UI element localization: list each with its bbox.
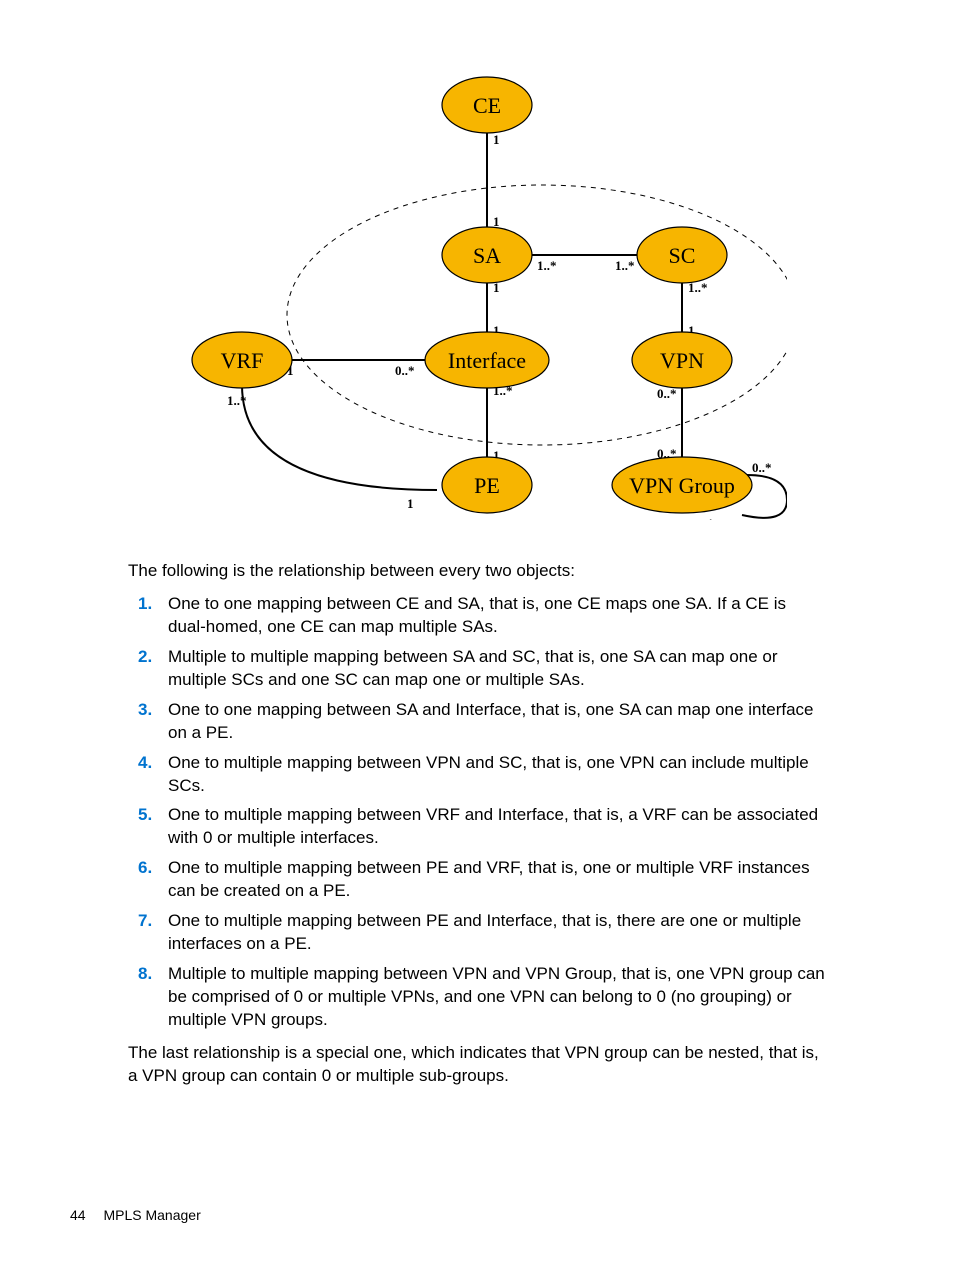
footer-title: MPLS Manager bbox=[103, 1207, 200, 1223]
page-footer: 44 MPLS Manager bbox=[0, 1207, 201, 1223]
relationship-diagram: 1 1 1..* 1..* 1 1 1..* 1 1 0..* 1..* 1 bbox=[167, 60, 787, 520]
node-sa-label: SA bbox=[473, 243, 501, 268]
mult-sa-sc-right: 1..* bbox=[615, 258, 635, 273]
intro-paragraph: The following is the relationship betwee… bbox=[70, 560, 884, 583]
diagram-container: 1 1 1..* 1..* 1 1 1..* 1 1 0..* 1..* 1 bbox=[70, 60, 884, 520]
node-pe-label: PE bbox=[474, 473, 500, 498]
relationship-list: One to one mapping between CE and SA, th… bbox=[70, 593, 884, 1032]
list-item: One to multiple mapping between PE and V… bbox=[168, 857, 826, 903]
node-vpngroup-label: VPN Group bbox=[629, 473, 735, 498]
mult-vrf-pe-bot: 1 bbox=[407, 496, 414, 511]
list-item: One to multiple mapping between PE and I… bbox=[168, 910, 826, 956]
mult-vpn-grp-top: 0..* bbox=[657, 386, 677, 401]
mult-grp-self-bot: 1 bbox=[707, 516, 714, 520]
node-ce-label: CE bbox=[473, 93, 501, 118]
node-vrf-label: VRF bbox=[221, 348, 264, 373]
list-item: One to one mapping between SA and Interf… bbox=[168, 699, 826, 745]
list-item: One to one mapping between CE and SA, th… bbox=[168, 593, 826, 639]
node-sc-label: SC bbox=[669, 243, 696, 268]
list-item: Multiple to multiple mapping between SA … bbox=[168, 646, 826, 692]
mult-vrf-int-right: 0..* bbox=[395, 363, 415, 378]
list-item: One to multiple mapping between VPN and … bbox=[168, 752, 826, 798]
mult-sa-sc-left: 1..* bbox=[537, 258, 557, 273]
mult-vrf-pe-top: 1..* bbox=[227, 393, 247, 408]
node-interface-label: Interface bbox=[448, 348, 526, 373]
page-number: 44 bbox=[70, 1207, 86, 1223]
mult-grp-self-top: 0..* bbox=[752, 460, 772, 475]
closing-paragraph: The last relationship is a special one, … bbox=[70, 1042, 884, 1088]
node-vpn-label: VPN bbox=[660, 348, 704, 373]
edge-vrf-pe bbox=[242, 385, 437, 490]
dashed-grouping-ellipse bbox=[287, 185, 787, 445]
document-page: 1 1 1..* 1..* 1 1 1..* 1 1 0..* 1..* 1 bbox=[0, 0, 954, 1271]
list-item: One to multiple mapping between VRF and … bbox=[168, 804, 826, 850]
list-item: Multiple to multiple mapping between VPN… bbox=[168, 963, 826, 1032]
mult-ce: 1 bbox=[493, 132, 500, 147]
